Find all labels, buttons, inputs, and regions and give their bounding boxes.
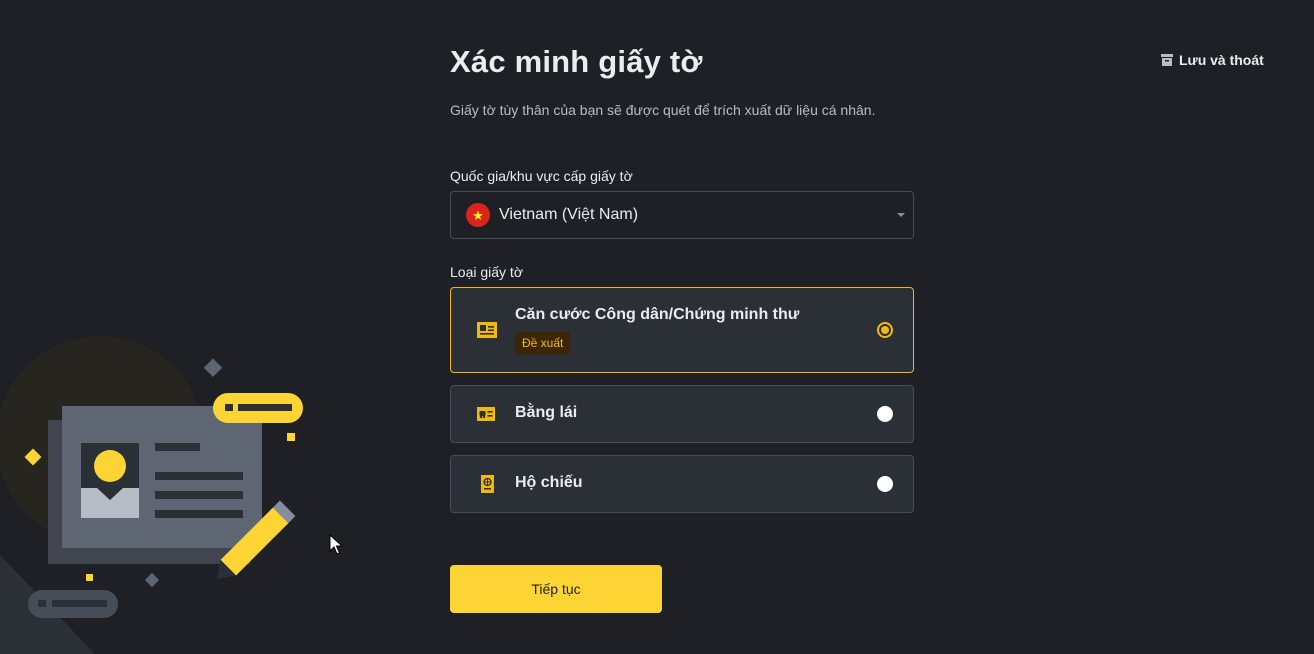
radio-selected[interactable]: [877, 322, 893, 338]
document-verification-page: Xác minh giấy tờ Giấy tờ tùy thân của bạ…: [0, 0, 1314, 654]
radio-unselected[interactable]: [877, 476, 893, 492]
page-title: Xác minh giấy tờ: [450, 44, 703, 79]
radio-unselected[interactable]: [877, 406, 893, 422]
document-option-label: Căn cước Công dân/Chứng minh thư: [515, 306, 800, 323]
mouse-cursor-icon: [329, 534, 343, 555]
country-select[interactable]: ★ Vietnam (Việt Nam): [450, 191, 914, 239]
id-card-icon: [477, 322, 497, 338]
country-value: Vietnam (Việt Nam): [499, 206, 639, 223]
country-label: Quốc gia/khu vực cấp giấy tờ: [450, 168, 633, 184]
driver-license-icon: [477, 407, 495, 421]
passport-icon: [481, 475, 494, 493]
chevron-down-icon: [897, 213, 905, 217]
document-type-label: Loại giấy tờ: [450, 264, 524, 280]
recommended-badge: Đề xuất: [515, 332, 571, 354]
document-option-driver-license[interactable]: Bằng lái: [450, 385, 914, 443]
archive-icon: [1161, 54, 1173, 66]
id-card-illustration: [0, 336, 303, 654]
vietnam-flag-icon: ★: [466, 203, 490, 227]
page-subtitle: Giấy tờ tùy thân của bạn sẽ được quét để…: [450, 102, 876, 118]
save-and-exit-button[interactable]: Lưu và thoát: [1161, 52, 1264, 68]
continue-button[interactable]: Tiếp tục: [450, 565, 662, 613]
document-option-label: Bằng lái: [515, 404, 578, 421]
document-option-passport[interactable]: Hộ chiếu: [450, 455, 914, 513]
save-and-exit-label: Lưu và thoát: [1179, 52, 1264, 68]
document-option-id-card[interactable]: Căn cước Công dân/Chứng minh thư Đề xuất: [450, 287, 914, 373]
document-option-label: Hộ chiếu: [515, 474, 583, 491]
